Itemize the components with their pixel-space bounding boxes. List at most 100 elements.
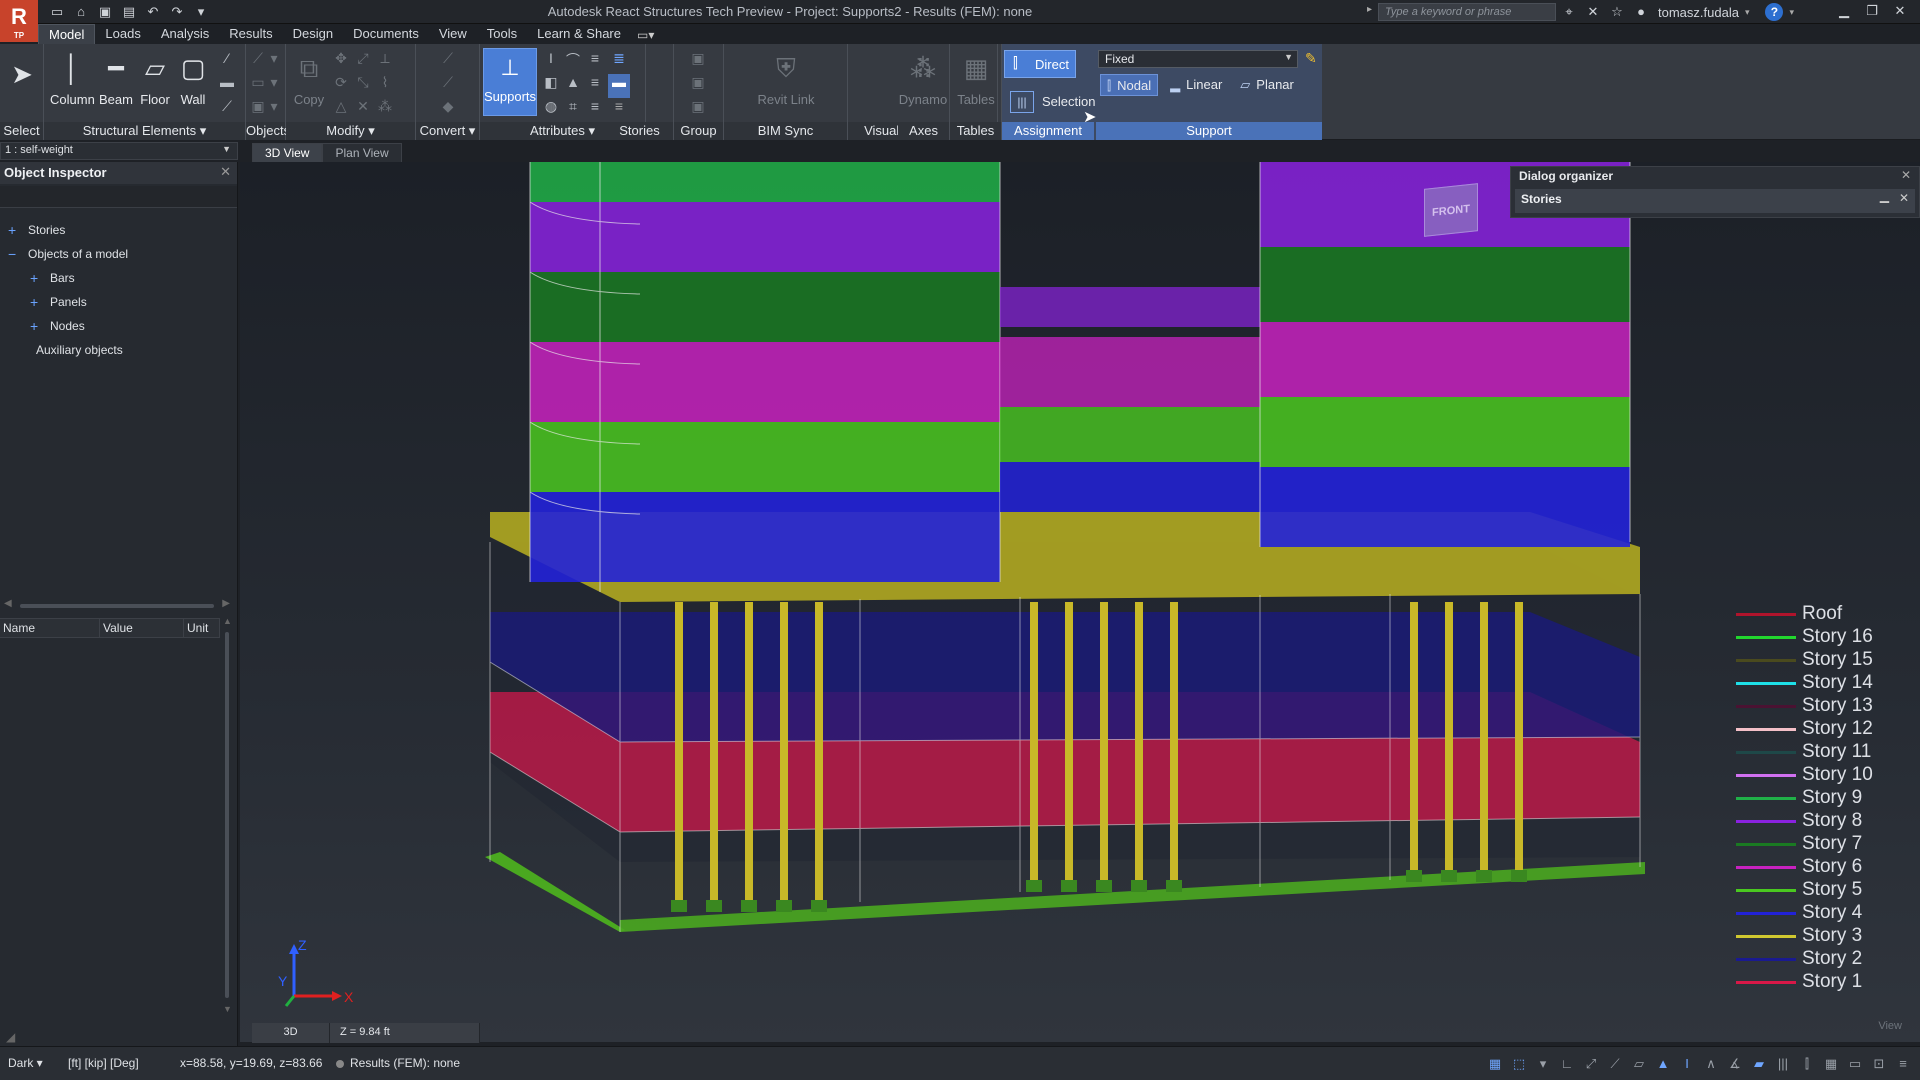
z-level-indicator[interactable]: Z = 9.84 ft xyxy=(330,1023,480,1043)
tools-icon[interactable]: ✕ xyxy=(1584,3,1602,21)
tab-3d-view[interactable]: 3D View xyxy=(252,143,323,163)
frame-icon[interactable]: ⊡ xyxy=(1870,1056,1888,1072)
edit-group-icon[interactable]: ▣ xyxy=(686,98,710,122)
array-icon[interactable]: ⁂ xyxy=(374,98,396,122)
orientation-icon[interactable]: ≡ xyxy=(584,74,606,98)
ungroup-icon[interactable]: ▣ xyxy=(686,74,710,98)
wall-button[interactable]: ▢ Wall xyxy=(176,52,210,107)
tab-loads[interactable]: Loads xyxy=(95,24,150,44)
linear-button[interactable]: ▂ Linear xyxy=(1164,74,1228,96)
scale-icon[interactable]: ⤢ xyxy=(352,50,374,74)
tree-item[interactable]: − Objects of a model xyxy=(0,242,237,266)
panel-convert-title[interactable]: Convert ▾ xyxy=(416,122,479,140)
dropdown-icon[interactable]: ▾ xyxy=(266,50,282,74)
properties-vertical-scrollbar[interactable]: ▲ ▼ xyxy=(222,616,232,1014)
close-icon[interactable]: ✕ xyxy=(220,164,231,180)
slab-tool-icon[interactable]: ▬ xyxy=(216,74,238,98)
tree-item[interactable]: + Stories xyxy=(0,218,237,242)
dropdown-icon[interactable]: ▾ xyxy=(1534,1056,1552,1072)
offset-icon[interactable]: ≡ xyxy=(584,50,606,74)
selection-window-icon[interactable]: ⬚ xyxy=(1510,1056,1528,1072)
star-icon[interactable]: ☆ xyxy=(1608,3,1626,21)
axes-button[interactable]: ⁞⁞ xyxy=(906,52,942,92)
close-icon[interactable]: ✕ xyxy=(1899,191,1909,205)
bar-display-icon[interactable]: I xyxy=(1678,1056,1696,1072)
convert-edge-icon[interactable]: ⟋ xyxy=(434,74,462,98)
align-icon[interactable]: ≣ xyxy=(608,50,630,74)
column-header-value[interactable]: Value xyxy=(100,619,184,637)
tab-plan-view[interactable]: Plan View xyxy=(322,143,402,163)
view-cube-front-face[interactable]: FRONT xyxy=(1424,183,1478,237)
minimize-icon[interactable]: ▁ xyxy=(1832,0,1856,22)
break-icon[interactable]: ⌇ xyxy=(374,74,396,98)
planar-button[interactable]: ▱ Planar xyxy=(1234,74,1300,96)
columns-display-icon[interactable]: ||| xyxy=(1774,1056,1792,1072)
scroll-down-icon[interactable]: ▼ xyxy=(223,1004,232,1014)
node-display-icon[interactable]: ▲ xyxy=(1654,1056,1672,1072)
units-indicator[interactable]: [ft] [kip] [Deg] xyxy=(68,1056,139,1070)
tab-view[interactable]: View xyxy=(429,24,477,44)
ribbon-options-icon[interactable]: ▭▾ xyxy=(631,26,660,44)
rectangle-icon[interactable]: ▭ xyxy=(250,74,266,98)
supports-button[interactable]: ⊥ Supports xyxy=(483,48,537,116)
column-button[interactable]: │ Column xyxy=(50,52,95,107)
tab-design[interactable]: Design xyxy=(283,24,343,44)
tree-item[interactable]: Auxiliary objects xyxy=(0,338,237,362)
floor-button[interactable]: ▱ Floor xyxy=(138,52,172,107)
scroll-right-icon[interactable]: ▶ xyxy=(222,598,230,609)
ortho-icon[interactable]: ∟ xyxy=(1558,1056,1576,1072)
panel-support-title[interactable]: Support xyxy=(1096,122,1322,140)
column-header-unit[interactable]: Unit xyxy=(184,619,220,637)
column-header-name[interactable]: Name xyxy=(0,619,100,637)
menu-icon[interactable]: ≡ xyxy=(1894,1056,1912,1072)
mirror-icon[interactable]: △ xyxy=(330,98,352,122)
move-icon[interactable]: ✥ xyxy=(330,50,352,74)
panel-resize-grip-icon[interactable]: ◢ xyxy=(6,1030,15,1044)
box-icon[interactable]: ▣ xyxy=(250,98,266,122)
grid-icon[interactable]: ▦ xyxy=(1486,1056,1504,1072)
load-case-select[interactable]: 1 : self-weight ▼ xyxy=(0,142,238,160)
convert-line-icon[interactable]: ⟋ xyxy=(434,50,462,74)
view-mode-indicator[interactable]: 3D xyxy=(252,1023,330,1043)
app-logo[interactable]: R TP xyxy=(0,0,38,42)
structural-model-3d[interactable] xyxy=(240,162,1920,1042)
rotate-icon[interactable]: ⟳ xyxy=(330,74,352,98)
group-icon[interactable]: ▣ xyxy=(686,50,710,74)
calc-icon[interactable]: ⌗ xyxy=(562,98,584,122)
extend-icon[interactable]: ⤡ xyxy=(352,74,374,98)
close-icon[interactable]: ✕ xyxy=(1888,0,1912,22)
trim-icon[interactable]: ⟂ xyxy=(374,50,396,74)
help-chevron-icon[interactable]: ▾ xyxy=(1789,7,1794,18)
scrollbar-thumb[interactable] xyxy=(225,632,229,998)
highlight-icon[interactable]: ▬ xyxy=(608,74,630,98)
tree-item[interactable]: + Bars xyxy=(0,266,237,290)
tab-tools[interactable]: Tools xyxy=(477,24,527,44)
restore-icon[interactable]: ❐ xyxy=(1860,0,1884,22)
dropdown-icon[interactable]: ▾ xyxy=(266,74,282,98)
line-tool-icon[interactable]: ⁄ xyxy=(216,50,238,74)
minimize-icon[interactable]: ▁ xyxy=(1880,189,1889,203)
3d-viewport[interactable]: FRONT Z X Y View xyxy=(240,162,1920,1042)
user-name[interactable]: tomasz.fudala xyxy=(1658,5,1739,20)
release-icon[interactable]: ⌒ xyxy=(562,50,584,74)
stories-dialog-bar[interactable]: Stories ▁ ✕ xyxy=(1515,189,1915,213)
dropdown-icon[interactable]: ▾ xyxy=(266,98,282,122)
collapse-icon[interactable]: − xyxy=(8,242,16,266)
tree-horizontal-scrollbar[interactable]: ◀ ▶ xyxy=(4,598,230,612)
object-inspector-filter-input[interactable] xyxy=(0,186,237,208)
tab-analysis[interactable]: Analysis xyxy=(151,24,219,44)
view-cube[interactable]: FRONT xyxy=(1420,180,1484,240)
revit-link-button[interactable]: ⛨ Revit Link xyxy=(744,52,828,107)
delete-icon[interactable]: ✕ xyxy=(352,98,374,122)
help-icon[interactable]: ? xyxy=(1765,3,1784,21)
list-icon[interactable]: ≡ xyxy=(608,98,630,122)
display-icon[interactable]: ▱ xyxy=(1630,1056,1648,1072)
scroll-up-icon[interactable]: ▲ xyxy=(223,616,232,626)
settings-grid-icon[interactable]: ▦ xyxy=(1822,1056,1840,1072)
beam-button[interactable]: ━ Beam xyxy=(96,52,136,107)
angle-icon[interactable]: ∧ xyxy=(1702,1056,1720,1072)
support-type-select[interactable]: Fixed ▼ xyxy=(1098,50,1298,68)
panel-modify-title[interactable]: Modify ▾ xyxy=(286,122,415,140)
copy-button[interactable]: ⧉ Copy xyxy=(292,52,326,107)
tab-results[interactable]: Results xyxy=(219,24,282,44)
